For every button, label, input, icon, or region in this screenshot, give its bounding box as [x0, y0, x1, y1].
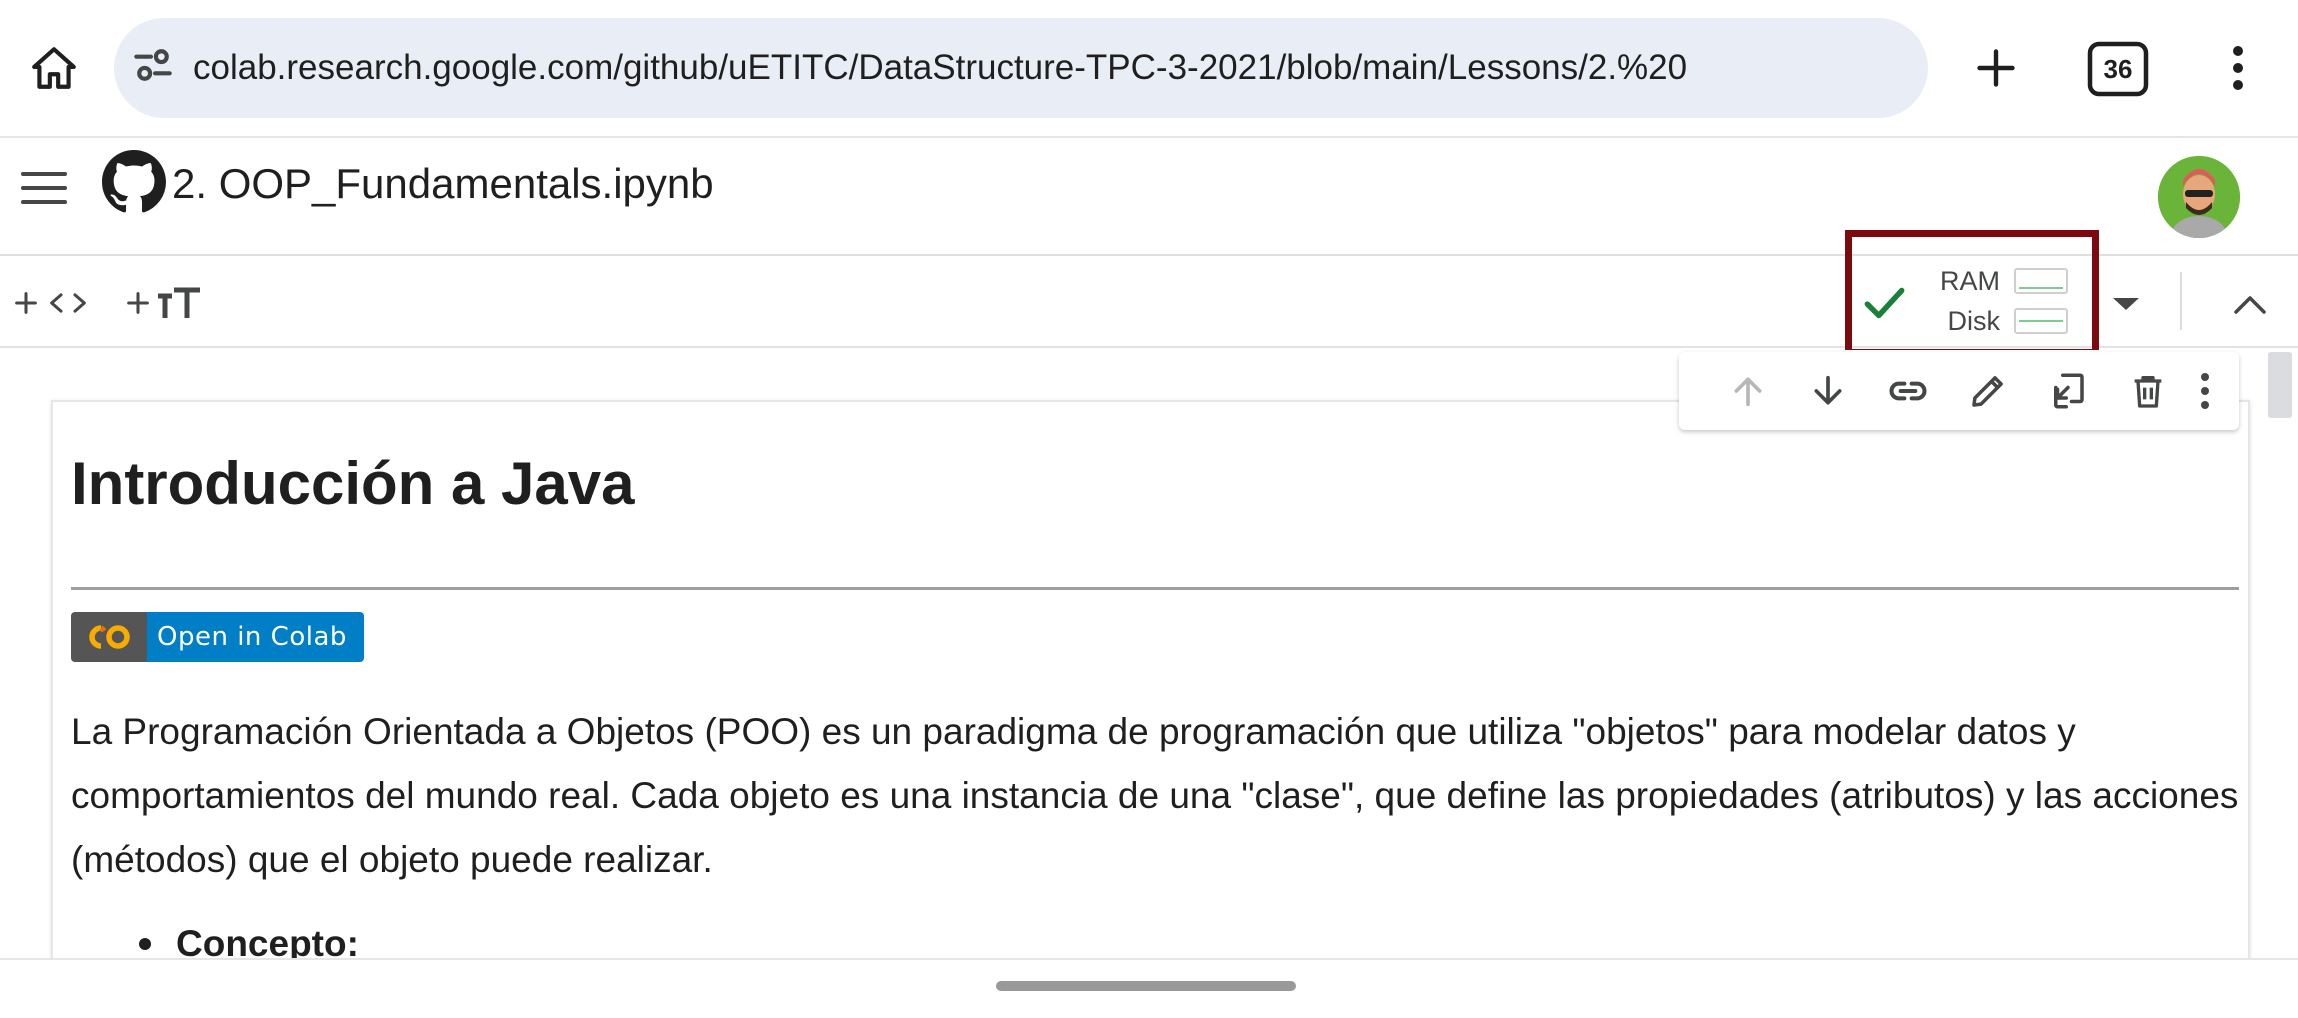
mirror-cell-button[interactable] [2041, 364, 2095, 418]
text-format-icon [156, 286, 202, 320]
badge-label: Open in Colab [147, 612, 364, 662]
scrollbar[interactable] [2268, 352, 2292, 418]
browser-menu-button[interactable] [2210, 30, 2266, 106]
arrow-drop-down-icon [2111, 295, 2141, 313]
toolbar-divider [2180, 272, 2182, 330]
delete-cell-button[interactable] [2121, 364, 2175, 418]
colab-logo-icon [71, 612, 147, 662]
menu-icon [21, 171, 67, 205]
mirror-cell-icon [2047, 370, 2089, 412]
move-cell-down-button[interactable] [1801, 364, 1855, 418]
home-button[interactable] [22, 30, 86, 106]
gesture-handle[interactable] [996, 981, 1296, 991]
new-tab-button[interactable] [1958, 30, 2034, 106]
plus-icon [1974, 46, 2018, 90]
url-text[interactable]: colab.research.google.com/github/uETITC/… [193, 18, 1905, 118]
runtime-dropdown-button[interactable] [2106, 282, 2146, 326]
edit-icon [1967, 370, 2009, 412]
github-icon[interactable] [102, 150, 166, 214]
home-icon [29, 43, 79, 93]
cell-more-button[interactable] [2185, 364, 2225, 418]
plus-icon [124, 289, 152, 317]
more-vert-icon [2231, 45, 2245, 91]
more-vert-icon [2199, 372, 2211, 410]
delete-icon [2128, 371, 2168, 411]
arrow-up-icon [1728, 371, 1768, 411]
avatar[interactable] [2158, 156, 2240, 238]
add-text-cell-button[interactable] [124, 278, 224, 328]
tab-switcher-button[interactable]: 36 [2085, 38, 2151, 100]
plus-icon [12, 289, 40, 317]
arrow-down-icon [1808, 371, 1848, 411]
tune-icon[interactable] [128, 40, 178, 90]
add-code-cell-button[interactable] [12, 278, 104, 328]
tab-count: 36 [2103, 54, 2133, 84]
bullet-dot [139, 938, 151, 950]
cell-heading: Introducción a Java [71, 450, 635, 517]
cell-paragraph: La Programación Orientada a Objetos (POO… [71, 711, 2239, 880]
link-icon [1886, 369, 1930, 413]
notebook-title[interactable]: 2. OOP_Fundamentals.ipynb [172, 150, 714, 218]
open-in-colab-badge[interactable]: Open in Colab [71, 612, 364, 662]
menu-button[interactable] [16, 156, 72, 220]
chevron-up-icon [2232, 292, 2268, 316]
move-cell-up-button[interactable] [1721, 364, 1775, 418]
collapse-toolbar-button[interactable] [2222, 280, 2278, 328]
resource-monitor-highlight[interactable] [1845, 230, 2099, 356]
code-icon [46, 289, 90, 317]
edit-cell-button[interactable] [1961, 364, 2015, 418]
cell-toolbar [1679, 352, 2239, 430]
heading-divider [71, 587, 2239, 590]
copy-link-button[interactable] [1881, 364, 1935, 418]
